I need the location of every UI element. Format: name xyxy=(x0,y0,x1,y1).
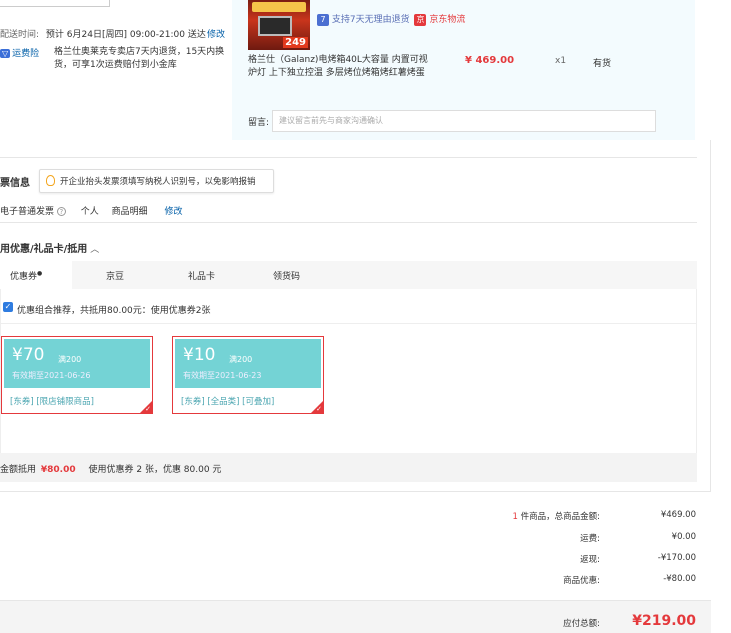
coupon-card-face: ¥10 满200 有效期至2021-06-23 xyxy=(175,339,321,388)
invoice-tip-text: 开企业抬头发票须填写纳税人识别号，以免影响报销 xyxy=(60,177,256,187)
rebate-label: 返现: xyxy=(580,555,600,565)
invoice-info-row: 电子普通发票 ? 个人 商品明细 修改 xyxy=(0,204,183,217)
coupon-expiry: 有效期至2021-06-26 xyxy=(12,371,91,380)
freight-value: ¥0.00 xyxy=(671,532,696,542)
product-quantity: x1 xyxy=(555,56,567,66)
payable-total-bar xyxy=(0,600,711,633)
discount-section-title: 用优惠/礼品卡/抵用 xyxy=(0,244,88,255)
freight-insurance-label[interactable]: 运费险 xyxy=(12,49,39,59)
jd-logistics-text: 京东物流 xyxy=(429,15,466,25)
freight-text-line-1: 格兰仕奥莱克专卖店7天内退货，15天内换 xyxy=(54,47,225,57)
tab-coupon-label: 优惠券 xyxy=(10,272,38,282)
help-icon[interactable]: ? xyxy=(56,207,66,216)
coupon-tags: [东券] [限店铺限商品] xyxy=(10,397,94,407)
rebate-value: -¥170.00 xyxy=(657,553,696,563)
panel-right-border xyxy=(710,140,711,492)
freight-insurance-badge[interactable]: ▽ 运费险 xyxy=(0,46,39,59)
product-discount-value: -¥80.00 xyxy=(663,574,696,584)
delivery-time-row: 配送时间: 预计 6月24日[周四] 09:00-21:00 送达 xyxy=(0,27,206,40)
tab-pickup-code[interactable]: 领货码 xyxy=(273,269,300,282)
divider xyxy=(0,491,711,492)
coupon-summary: 金额抵用 ¥80.00 使用优惠券 2 张，优惠 80.00 元 xyxy=(0,462,221,475)
stock-status: 有货 xyxy=(593,59,612,69)
check-icon: ✓ xyxy=(145,405,151,413)
coupon-card[interactable]: ¥10 满200 有效期至2021-06-23 [东券] [全品类] [可叠加]… xyxy=(172,336,324,414)
jd-logistics-icon: 京 xyxy=(414,14,427,26)
coupon-condition: 满200 xyxy=(58,355,82,364)
invoice-content-detail: 商品明细 xyxy=(111,207,148,217)
coupon-card[interactable]: ¥70 满200 有效期至2021-06-26 [东券] [限店铺限商品] ✓ xyxy=(1,336,153,414)
freight-label: 运费: xyxy=(580,534,600,544)
coupon-amount: ¥70 xyxy=(12,345,45,365)
goods-total-text: 件商品，总商品金额: xyxy=(520,512,600,522)
product-image[interactable]: 249 xyxy=(248,0,310,50)
product-image-banner xyxy=(252,2,306,12)
product-name[interactable]: 格兰仕（Galanz)电烤箱40L大容量 内置可视 炉灯 上下独立控温 多层烤位… xyxy=(248,54,428,80)
oven-graphic xyxy=(258,16,292,36)
delivery-modify-link[interactable]: 修改 xyxy=(207,27,225,40)
divider xyxy=(0,323,697,324)
item-count: 1 xyxy=(512,512,518,522)
invoice-tip: 开企业抬头发票须填写纳税人识别号，以免影响报销 xyxy=(39,169,274,193)
coupon-amount: ¥10 xyxy=(183,345,216,365)
service-row: 7 支持7天无理由退货 京 京东物流 xyxy=(317,12,465,26)
coupon-tags: [东券] [全品类] [可叠加] xyxy=(181,397,275,407)
seven-day-return-text[interactable]: 支持7天无理由退货 xyxy=(332,15,410,25)
delivery-time-value: 预计 6月24日[周四] 09:00-21:00 送达 xyxy=(45,30,206,40)
coupon-card-face: ¥70 满200 有效期至2021-06-26 xyxy=(4,339,150,388)
remark-input[interactable]: 建议留言前先与商家沟通确认 xyxy=(272,110,656,132)
remark-label: 留言: xyxy=(248,118,270,128)
coupon-summary-label: 金额抵用 xyxy=(0,465,37,475)
coupon-summary-amount: ¥80.00 xyxy=(40,465,76,475)
freight-insurance-icon: ▽ xyxy=(0,49,11,58)
discount-section-header[interactable]: 用优惠/礼品卡/抵用 ︿ xyxy=(0,240,99,255)
payable-label: 应付总额: xyxy=(563,619,600,629)
product-discount-label: 商品优惠: xyxy=(563,576,600,586)
coupon-condition: 满200 xyxy=(229,355,253,364)
coupon-expiry: 有效期至2021-06-23 xyxy=(183,371,262,380)
discount-tabs-bar xyxy=(0,261,697,289)
recommend-checkbox[interactable]: ✓ xyxy=(3,302,13,312)
product-image-price-tag: 249 xyxy=(283,37,308,48)
invoice-section-title: 票信息 xyxy=(0,178,30,189)
goods-total-value: ¥469.00 xyxy=(660,510,696,520)
address-box-edge xyxy=(0,0,110,7)
tab-jingdou[interactable]: 京豆 xyxy=(106,269,124,282)
product-price: ¥ 469.00 xyxy=(465,55,515,66)
invoice-title-personal: 个人 xyxy=(80,207,99,217)
divider xyxy=(0,222,697,223)
invoice-modify-link[interactable]: 修改 xyxy=(165,207,183,217)
recommend-text: 优惠组合推荐，共抵用80.00元：使用优惠券2张 xyxy=(17,306,211,316)
new-dot-icon: ● xyxy=(37,270,43,277)
invoice-type: 电子普通发票 xyxy=(0,207,55,217)
seven-day-return-icon: 7 xyxy=(317,14,329,26)
lightbulb-icon xyxy=(46,175,55,186)
tab-gift-card[interactable]: 礼品卡 xyxy=(188,269,215,282)
delivery-time-label: 配送时间: xyxy=(0,30,40,40)
payable-value: ¥219.00 xyxy=(632,613,696,629)
tab-coupon[interactable]: 优惠券● xyxy=(10,269,42,282)
goods-total-label: 1 件商品，总商品金额: xyxy=(513,510,601,522)
product-name-line-2: 炉灯 上下独立控温 多层烤位烤箱烤红薯烤蛋 xyxy=(248,68,425,78)
coupon-summary-detail: 使用优惠券 2 张，优惠 80.00 元 xyxy=(88,465,222,475)
freight-text-line-2: 货，可享1次运费赔付到小金库 xyxy=(54,60,177,70)
chevron-up-icon[interactable]: ︿ xyxy=(90,245,99,255)
product-name-line-1: 格兰仕（Galanz)电烤箱40L大容量 内置可视 xyxy=(248,55,428,65)
check-icon: ✓ xyxy=(316,405,322,413)
divider xyxy=(0,157,697,158)
freight-insurance-text: 格兰仕奥莱克专卖店7天内退货，15天内换 货，可享1次运费赔付到小金库 xyxy=(54,46,224,72)
